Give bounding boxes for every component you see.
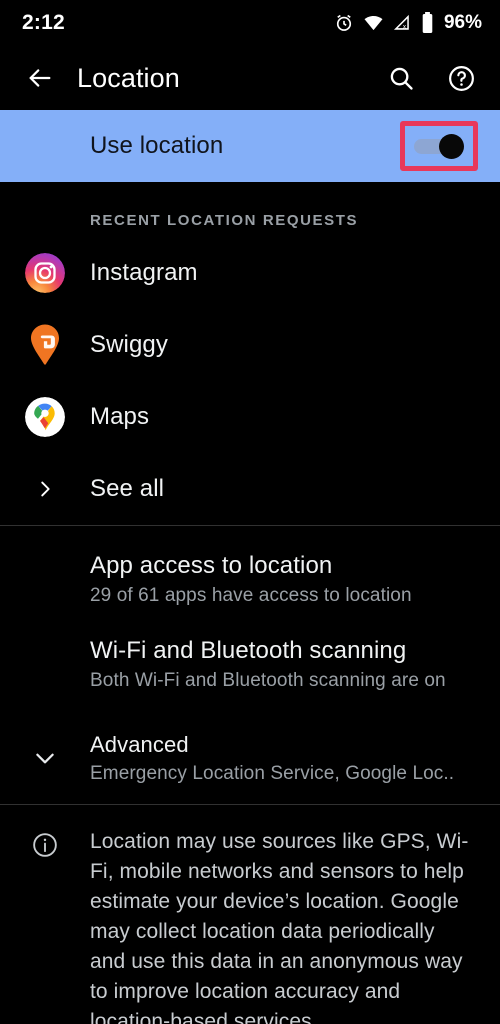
setting-title: Advanced [90,731,189,757]
list-item-texts: Swiggy [90,331,168,359]
mobile-signal-off-icon: x [393,13,412,33]
info-text: Location may use sources like GPS, Wi-Fi… [90,830,469,1024]
setting-title: Wi-Fi and Bluetooth scanning [90,636,407,664]
instagram-icon [0,253,90,293]
status-time: 2:12 [22,11,65,34]
list-item-texts: Maps [90,403,149,431]
app-name: Maps [90,403,150,430]
help-icon[interactable] [444,61,478,95]
page-title: Location [77,62,180,93]
use-location-label: Use location [90,132,224,159]
list-item-instagram[interactable]: Instagram [0,237,500,309]
battery-icon [421,12,434,34]
setting-subtitle: Both Wi-Fi and Bluetooth scanning are on [90,669,446,691]
google-maps-icon [0,397,90,437]
back-arrow-icon[interactable] [20,58,60,98]
use-location-toggle-annotation [400,121,478,171]
search-icon[interactable] [384,61,418,95]
info-icon [0,827,90,1024]
use-location-row[interactable]: Use location [0,110,500,182]
alarm-icon [334,13,354,33]
swiggy-icon [0,323,90,367]
chevron-right-icon [0,476,90,502]
setting-subtitle: Emergency Location Service, Google Loc.. [90,762,455,784]
see-all-row[interactable]: See all [0,453,500,525]
use-location-switch[interactable] [414,134,464,159]
setting-texts: App access to location 29 of 61 apps hav… [90,552,412,607]
app-bar: Location [0,46,500,110]
list-item-swiggy[interactable]: Swiggy [0,309,500,381]
status-bar: 2:12 x 96% [0,0,500,46]
setting-wifi-bluetooth-scanning[interactable]: Wi-Fi and Bluetooth scanning Both Wi-Fi … [0,616,500,712]
setting-texts: Advanced Emergency Location Service, Goo… [90,732,454,785]
location-info-note: Location may use sources like GPS, Wi-Fi… [0,805,500,1024]
setting-advanced[interactable]: Advanced Emergency Location Service, Goo… [0,712,500,804]
setting-app-access-to-location[interactable]: App access to location 29 of 61 apps hav… [0,526,500,616]
app-bar-actions [384,61,478,95]
status-icons: x 96% [334,12,482,34]
location-settings-screen: 2:12 x 96% Location Use location RECENT … [0,0,500,1024]
app-name: Swiggy [90,331,168,358]
recent-requests-header: RECENT LOCATION REQUESTS [90,212,359,229]
list-item-maps[interactable]: Maps [0,381,500,453]
see-all-label: See all [90,475,165,502]
chevron-down-icon[interactable] [0,745,90,771]
list-item-texts: Instagram [90,259,198,287]
battery-percent: 96% [443,12,482,33]
switch-thumb [439,134,464,159]
setting-texts: Wi-Fi and Bluetooth scanning Both Wi-Fi … [90,637,446,692]
setting-subtitle: 29 of 61 apps have access to location [90,584,412,606]
app-name: Instagram [90,259,198,286]
setting-title: App access to location [90,551,333,579]
list-item-texts: See all [90,475,164,503]
wifi-icon [363,13,384,33]
